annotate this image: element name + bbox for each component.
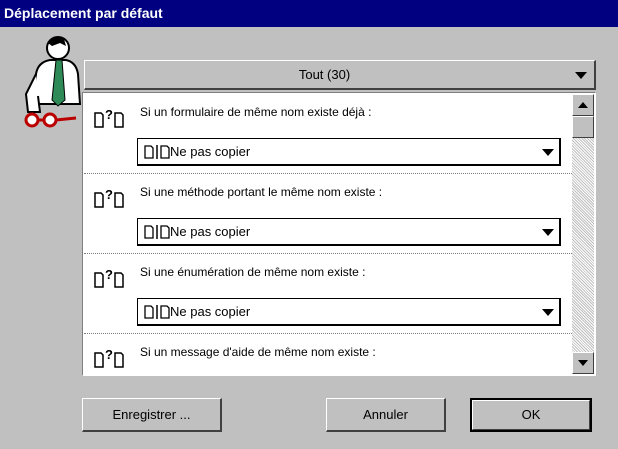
document-question-icon: ? [94,187,124,208]
man-with-glasses-icon [20,36,90,128]
row-question: Si un formulaire de même nom existe déjà… [140,105,372,119]
documents-icon [144,145,170,159]
window-title: Déplacement par défaut [4,5,163,21]
chevron-down-icon [542,149,554,156]
row-question: Si une méthode portant le même nom exist… [140,185,383,199]
scroll-down-button[interactable] [572,352,594,374]
scroll-thumb[interactable] [572,116,594,138]
chevron-down-icon [542,309,554,316]
cancel-button[interactable]: Annuler [326,398,446,432]
filter-dropdown[interactable]: Tout (30) [84,60,596,90]
select-value: Ne pas copier [170,224,251,239]
row-question: Si un message d'aide de même nom existe … [140,345,376,359]
row-question: Si une énumération de même nom existe : [140,265,366,279]
svg-text:?: ? [105,347,113,362]
svg-text:?: ? [105,107,113,122]
document-question-icon: ? [94,107,124,128]
chevron-down-icon [542,229,554,236]
document-question-icon: ? [94,267,124,288]
scroll-up-button[interactable] [572,94,594,116]
arrow-up-icon [578,102,588,108]
filter-value: Tout (30) [298,67,351,82]
list-item: ? Si un formulaire de même nom existe dé… [84,94,572,174]
list-item: ? Si une énumération de même nom existe … [84,254,572,334]
ok-button-label: OK [472,400,590,430]
ok-button[interactable]: OK [470,398,592,432]
documents-icon [144,225,170,239]
svg-text:?: ? [105,187,113,202]
document-question-icon: ? [94,347,124,368]
svg-text:?: ? [105,267,113,282]
title-bar: Déplacement par défaut [0,0,618,27]
copy-option-select[interactable]: Ne pas copier [137,138,561,166]
options-list-panel: ? Si un formulaire de même nom existe dé… [82,92,596,376]
save-button[interactable]: Enregistrer ... [82,398,222,432]
vertical-scrollbar[interactable] [572,94,594,374]
options-list[interactable]: ? Si un formulaire de même nom existe dé… [84,94,572,374]
select-value: Ne pas copier [170,144,251,159]
documents-icon [144,305,170,319]
select-value: Ne pas copier [170,304,251,319]
list-item: ? Si un message d'aide de même nom exist… [84,334,572,374]
copy-option-select[interactable]: Ne pas copier [137,218,561,246]
arrow-down-icon [578,360,588,366]
copy-option-select[interactable]: Ne pas copier [137,298,561,326]
dialog-window: Déplacement par défaut Tout (30) ? Si un… [0,0,618,449]
chevron-down-icon [575,72,587,79]
list-item: ? Si une méthode portant le même nom exi… [84,174,572,254]
